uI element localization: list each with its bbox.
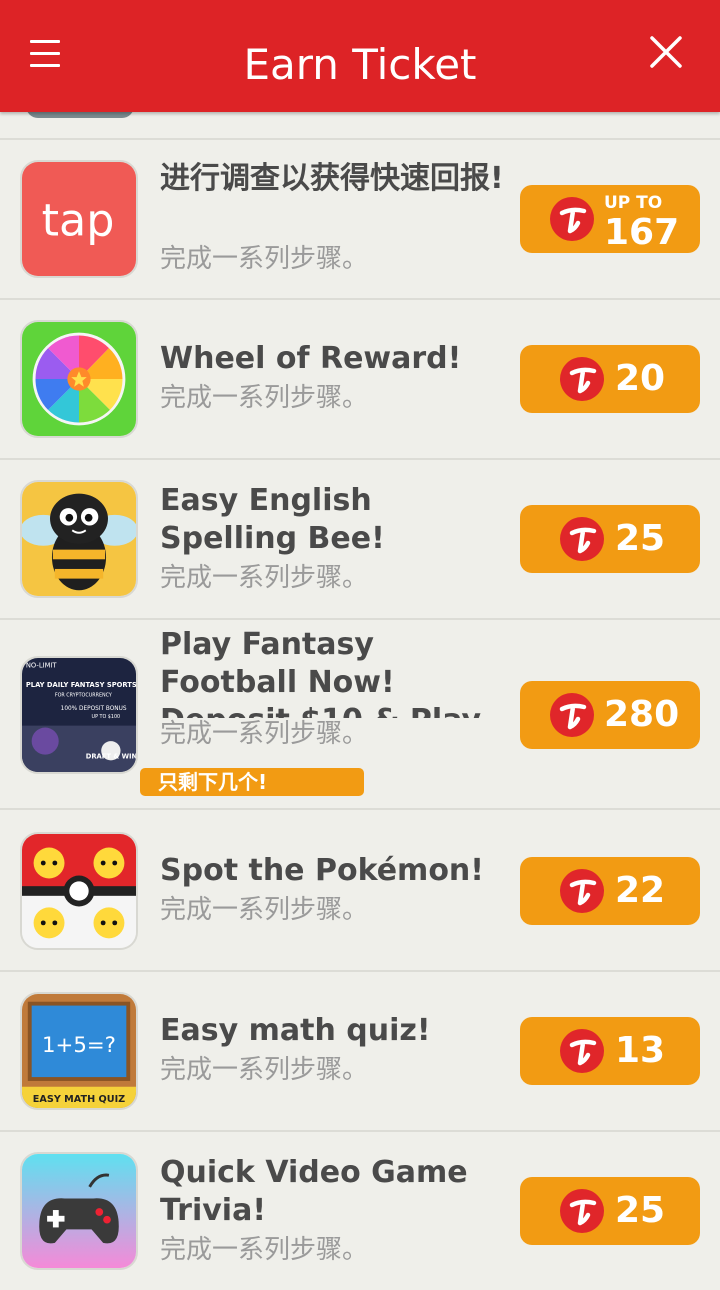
earn-tickets-button[interactable]: 20: [520, 345, 700, 413]
offer-row-survey[interactable]: tap 进行调查以获得快速回报! 完成一系列步骤。 UP TO 167: [0, 140, 720, 300]
offer-subtitle: 完成一系列步骤。: [160, 1234, 505, 1266]
offer-row-pokemon[interactable]: Spot the Pokémon! 完成一系列步骤。 22: [0, 812, 720, 972]
svg-text:EASY MATH QUIZ: EASY MATH QUIZ: [33, 1094, 125, 1105]
offer-title: Wheel of Reward!: [160, 341, 462, 376]
svg-text:100% DEPOSIT BONUS: 100% DEPOSIT BONUS: [61, 706, 127, 712]
ticket-icon: [560, 357, 604, 401]
ticket-amount: 13: [615, 1030, 666, 1071]
wheel-thumbnail: [20, 320, 138, 438]
ticket-amount: 167: [604, 212, 680, 253]
ticket-icon: [560, 869, 604, 913]
list-item-partial[interactable]: [0, 106, 720, 140]
app-bar: Earn Ticket: [0, 0, 720, 112]
svg-text:PLAY DAILY FANTASY SPORTS: PLAY DAILY FANTASY SPORTS: [26, 681, 136, 689]
ticket-amount: 25: [615, 1190, 666, 1231]
ticket-amount: 20: [615, 358, 666, 399]
offer-subtitle: 完成一系列步骤。: [160, 1054, 505, 1086]
svg-text:DRAFT & WIN: DRAFT & WIN: [86, 752, 136, 760]
svg-text:1+5=?: 1+5=?: [42, 1033, 116, 1058]
ticket-icon: [560, 517, 604, 561]
offer-title: 进行调查以获得快速回报!: [160, 161, 504, 196]
offer-title: Easy English Spelling Bee!: [160, 483, 385, 556]
page-title: Earn Ticket: [243, 40, 477, 89]
offer-title: Quick Video Game Trivia!: [160, 1155, 468, 1228]
ticket-icon: [550, 693, 594, 737]
earn-tickets-button[interactable]: 25: [520, 1177, 700, 1245]
svg-text:FOR CRYPTOCURRENCY: FOR CRYPTOCURRENCY: [55, 693, 112, 699]
offer-row-math-quiz[interactable]: 1+5=? EASY MATH QUIZ Easy math quiz! 完成一…: [0, 972, 720, 1132]
tap-logo-text: tap: [42, 195, 115, 246]
ticket-icon: [560, 1189, 604, 1233]
svg-text:UP TO $100: UP TO $100: [92, 714, 121, 720]
earn-tickets-button[interactable]: UP TO 167: [520, 185, 700, 253]
offer-subtitle: 完成一系列步骤。: [160, 382, 505, 414]
fantasy-football-thumbnail: NO-LIMIT PLAY DAILY FANTASY SPORTS FOR C…: [20, 656, 138, 774]
ticket-icon: [550, 197, 594, 241]
gamepad-thumbnail: [20, 1152, 138, 1270]
close-icon[interactable]: [650, 36, 682, 68]
earn-tickets-button[interactable]: 280: [520, 681, 700, 749]
offer-subtitle: 完成一系列步骤。: [160, 562, 505, 594]
offer-subtitle: 完成一系列步骤。: [160, 243, 505, 275]
bee-thumbnail: [20, 480, 138, 598]
earn-tickets-button[interactable]: 13: [520, 1017, 700, 1085]
pokemon-thumbnail: [20, 832, 138, 950]
ticket-amount: 22: [615, 870, 666, 911]
offer-row-wheel[interactable]: Wheel of Reward! 完成一系列步骤。 20: [0, 300, 720, 460]
offer-title: Spot the Pokémon!: [160, 853, 484, 888]
ticket-icon: [560, 1029, 604, 1073]
limited-availability-badge: 只剩下几个!: [140, 768, 364, 796]
offer-subtitle: 完成一系列步骤。: [160, 894, 505, 926]
ticket-amount: 25: [615, 518, 666, 559]
offer-row-fantasy-football[interactable]: NO-LIMIT PLAY DAILY FANTASY SPORTS FOR C…: [0, 620, 720, 810]
offer-title: Play Fantasy Football Now! Deposit $10 &…: [160, 627, 482, 722]
offer-row-video-game-trivia[interactable]: Quick Video Game Trivia! 完成一系列步骤。 25: [0, 1132, 720, 1290]
up-to-label: UP TO: [604, 193, 663, 213]
ticket-amount: 280: [604, 694, 680, 735]
math-quiz-thumbnail: 1+5=? EASY MATH QUIZ: [20, 992, 138, 1110]
offer-subtitle: 完成一系列步骤。: [160, 718, 505, 750]
earn-tickets-button[interactable]: 25: [520, 505, 700, 573]
tap-app-thumbnail: tap: [20, 160, 138, 278]
svg-text:NO-LIMIT: NO-LIMIT: [26, 662, 58, 670]
offer-row-spelling-bee[interactable]: Easy English Spelling Bee! 完成一系列步骤。 25: [0, 460, 720, 620]
earn-tickets-button[interactable]: 22: [520, 857, 700, 925]
offer-title: Easy math quiz!: [160, 1013, 431, 1048]
